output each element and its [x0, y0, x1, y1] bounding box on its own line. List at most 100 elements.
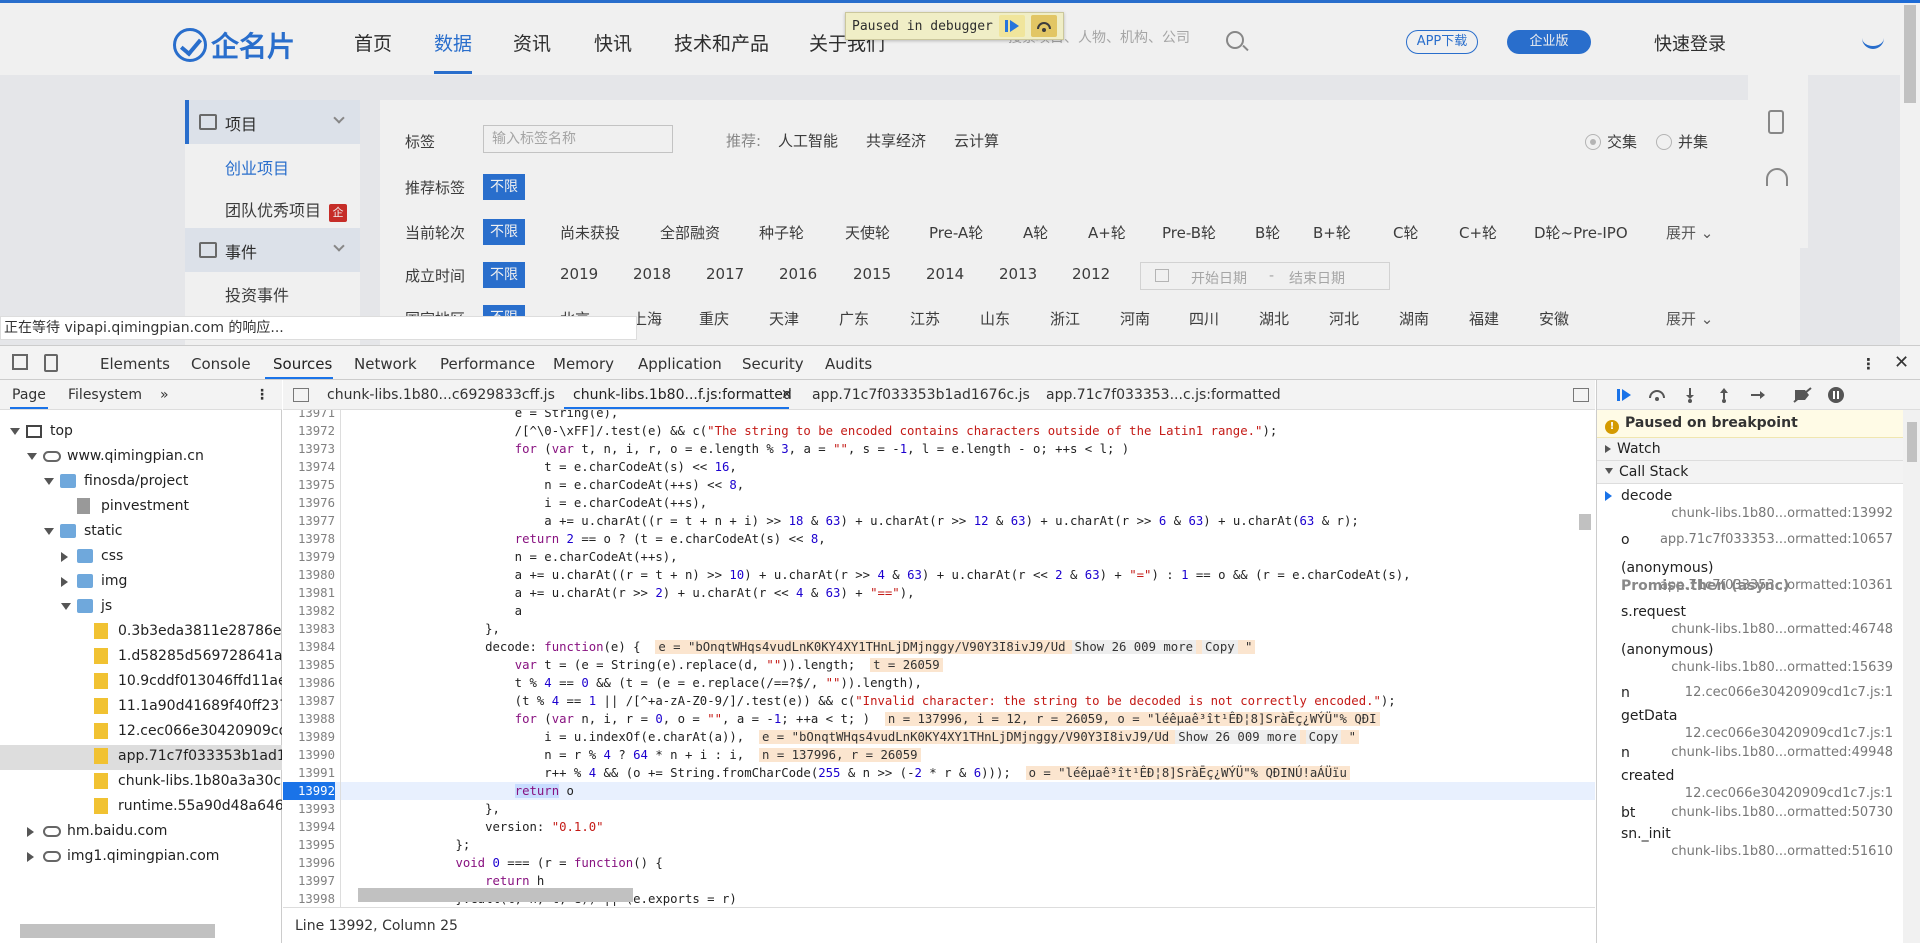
- code-line[interactable]: 13972 /[^\0-\xFF]/.test(e) && c("The str…: [283, 422, 1595, 440]
- line-number[interactable]: 13995: [283, 836, 335, 854]
- tree-item[interactable]: app.71c7f033353b1ad167(: [0, 745, 282, 770]
- region-option[interactable]: 河南: [1120, 308, 1150, 329]
- menu-item-startups[interactable]: 创业项目: [225, 155, 289, 179]
- code-line[interactable]: 13974 t = e.charCodeAt(s) << 16,: [283, 458, 1595, 476]
- round-option[interactable]: D轮~Pre-IPO: [1534, 222, 1628, 243]
- nav-tab-more[interactable]: »: [160, 387, 169, 403]
- frame-location[interactable]: 12.cec066e30420909cd1c7.js:1: [1685, 685, 1893, 700]
- nav-tab-page[interactable]: Page: [12, 387, 46, 403]
- region-option[interactable]: 河北: [1329, 308, 1359, 329]
- code-line[interactable]: 13981 a += u.charAt(r >> 2) + u.charAt(r…: [283, 584, 1595, 602]
- tree-item[interactable]: img: [0, 570, 282, 595]
- line-number[interactable]: 13992: [283, 782, 335, 800]
- code-line[interactable]: 13984 decode: function(e) { e = "bOnqtWH…: [283, 638, 1595, 656]
- nav-home[interactable]: 首页: [354, 29, 392, 56]
- code-line[interactable]: 13980 a += u.charAt((r = t + n) >> 10) +…: [283, 566, 1595, 584]
- tree-item[interactable]: pinvestment: [0, 495, 282, 520]
- tree-item[interactable]: runtime.55a90d48a646c28: [0, 795, 282, 820]
- navigator-hscroll-thumb[interactable]: [20, 924, 215, 938]
- region-option[interactable]: 重庆: [699, 308, 729, 329]
- line-number[interactable]: 13978: [283, 530, 335, 548]
- region-option[interactable]: 浙江: [1050, 308, 1080, 329]
- round-option[interactable]: Pre-B轮: [1162, 222, 1216, 243]
- expand-triangle-icon[interactable]: [27, 852, 34, 862]
- tab-application[interactable]: Application: [638, 355, 722, 373]
- code-line[interactable]: 13990 n = r % 4 ? 64 * n + i : i, n = 13…: [283, 746, 1595, 764]
- editor-tab[interactable]: app.71c7f033353...c.js:formatted: [1046, 387, 1281, 403]
- region-option[interactable]: 福建: [1469, 308, 1499, 329]
- region-option[interactable]: 广东: [839, 308, 869, 329]
- region-option[interactable]: 湖北: [1259, 308, 1289, 329]
- tree-item[interactable]: 0.3b3eda3811e28786e3a6: [0, 620, 282, 645]
- code-line[interactable]: 13988 for (var n, i, r = 0, o = "", a = …: [283, 710, 1595, 728]
- frame-location[interactable]: 12.cec066e30420909cd1c7.js:1: [1685, 786, 1893, 801]
- recommend-cloud[interactable]: 云计算: [954, 130, 999, 151]
- code-line[interactable]: 13994 version: "0.1.0": [283, 818, 1595, 836]
- navigator-menu-icon[interactable]: ⋮: [255, 387, 269, 403]
- frame-location[interactable]: chunk-libs.1b80...ormatted:50730: [1671, 805, 1893, 820]
- code-line-current[interactable]: 13992 return o: [283, 782, 1595, 800]
- device-toolbar-icon[interactable]: [44, 354, 58, 372]
- tree-item[interactable]: hm.baidu.com: [0, 820, 282, 845]
- expand-triangle-icon[interactable]: [27, 827, 34, 837]
- menu-item-investment-events[interactable]: 投资事件: [225, 282, 289, 306]
- resume-icon[interactable]: [998, 15, 1025, 37]
- tab-memory[interactable]: Memory: [553, 355, 614, 373]
- toggle-debugger-icon[interactable]: [1573, 388, 1589, 402]
- line-number[interactable]: 13974: [283, 458, 335, 476]
- step-over-icon[interactable]: [1647, 386, 1665, 404]
- round-option[interactable]: 尚未获投: [560, 222, 620, 243]
- close-tab-icon[interactable]: ✕: [781, 387, 793, 403]
- line-number[interactable]: 13994: [283, 818, 335, 836]
- tab-sources[interactable]: Sources: [273, 355, 332, 373]
- year-option[interactable]: 2014: [926, 265, 964, 283]
- nav-tab-filesystem[interactable]: Filesystem: [68, 387, 142, 403]
- code-line[interactable]: 13978 return 2 == o ? (t = e.charCodeAt(…: [283, 530, 1595, 548]
- line-number[interactable]: 13971: [283, 410, 335, 422]
- round-option[interactable]: C+轮: [1459, 222, 1497, 243]
- line-number[interactable]: 13983: [283, 620, 335, 638]
- line-number[interactable]: 13973: [283, 440, 335, 458]
- menu-group-events[interactable]: 事件: [185, 228, 360, 272]
- code-line[interactable]: 13973 for (var t, n, i, r, o = e.length …: [283, 440, 1595, 458]
- call-stack-section-header[interactable]: Call Stack: [1597, 461, 1903, 484]
- line-number[interactable]: 13972: [283, 422, 335, 440]
- editor-tab[interactable]: app.71c7f033353b1ad1676c.js: [812, 387, 1030, 403]
- region-option[interactable]: 四川: [1189, 308, 1219, 329]
- round-option[interactable]: B+轮: [1313, 222, 1351, 243]
- year-option[interactable]: 2018: [633, 265, 671, 283]
- year-option[interactable]: 2012: [1072, 265, 1110, 283]
- region-expand-button[interactable]: 展开 ⌄: [1666, 308, 1713, 329]
- enterprise-button[interactable]: 企业版: [1507, 30, 1591, 54]
- watch-section-header[interactable]: Watch: [1597, 438, 1903, 461]
- code-line[interactable]: 13983 },: [283, 620, 1595, 638]
- line-number[interactable]: 13977: [283, 512, 335, 530]
- line-number[interactable]: 13991: [283, 764, 335, 782]
- debugger-scroll-thumb[interactable]: [1907, 422, 1917, 462]
- code-line[interactable]: 13985 var t = (e = String(e).replace(d, …: [283, 656, 1595, 674]
- line-number[interactable]: 13976: [283, 494, 335, 512]
- deactivate-breakpoints-icon[interactable]: [1793, 386, 1812, 404]
- login-link[interactable]: 快速登录: [1654, 30, 1726, 56]
- found-all-chip[interactable]: 不限: [483, 262, 525, 288]
- mobile-icon[interactable]: [1768, 110, 1784, 134]
- line-number[interactable]: 13979: [283, 548, 335, 566]
- code-area[interactable]: 13971 e = String(e), 13972 /[^\0-\xFF]/.t…: [283, 410, 1595, 907]
- tag-input[interactable]: 输入标签名称: [483, 125, 673, 153]
- line-number[interactable]: 13988: [283, 710, 335, 728]
- year-option[interactable]: 2017: [706, 265, 744, 283]
- radio-intersect[interactable]: 交集: [1585, 131, 1637, 152]
- line-number[interactable]: 13981: [283, 584, 335, 602]
- round-option[interactable]: A轮: [1023, 222, 1048, 243]
- year-option[interactable]: 2015: [853, 265, 891, 283]
- region-option[interactable]: 天津: [769, 308, 799, 329]
- expand-triangle-icon[interactable]: [61, 577, 68, 587]
- code-line[interactable]: 13996 void 0 === (r = function() {: [283, 854, 1595, 872]
- headset-icon[interactable]: [1766, 168, 1788, 186]
- frame-location[interactable]: chunk-libs.1b80...ormatted:51610: [1671, 844, 1893, 859]
- line-number[interactable]: 13998: [283, 890, 335, 907]
- tab-security[interactable]: Security: [742, 355, 804, 373]
- line-number[interactable]: 13989: [283, 728, 335, 746]
- pause-on-exceptions-icon[interactable]: [1827, 386, 1845, 404]
- line-number[interactable]: 13982: [283, 602, 335, 620]
